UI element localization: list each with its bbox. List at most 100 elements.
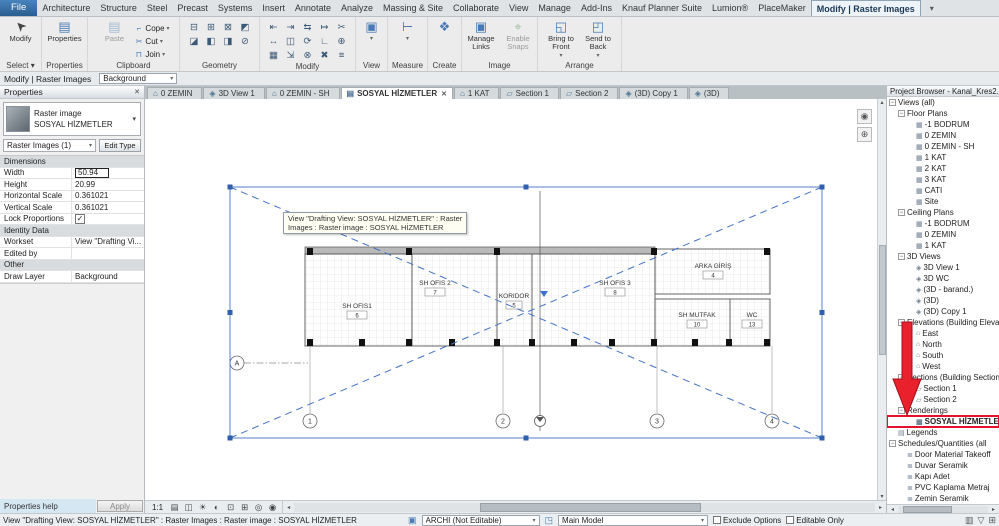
rotate-icon[interactable]: ⟳	[299, 34, 316, 48]
tree-schedule-door-material-takeoff[interactable]: ≣ Door Material Takeoff	[887, 449, 999, 460]
modify-tool-button[interactable]: ➤ Modify	[4, 17, 38, 43]
tree-ceiling-minus1-bodrum[interactable]: ▦ -1 BODRUM	[887, 218, 999, 229]
chevron-down-icon[interactable]: ▾	[132, 115, 138, 123]
active-workset-select[interactable]: ARCHI (Not Editable) ▾	[421, 514, 540, 526]
scale-icon[interactable]: ⇲	[282, 48, 299, 62]
browser-horizontal-scrollbar[interactable]: ◂ ▸	[887, 504, 999, 513]
tree-floorplan-0-zemin[interactable]: ▦ 0 ZEMIN	[887, 130, 999, 141]
design-options-icon[interactable]: ◳	[545, 515, 554, 526]
split-face-icon[interactable]: ◨	[220, 34, 237, 48]
join-button[interactable]: ⊓ Join ▾	[134, 48, 169, 60]
apply-button[interactable]: Apply	[97, 500, 143, 512]
property-row[interactable]: Lock Proportions ✓	[0, 213, 144, 225]
view-tab-3d-view-1[interactable]: ◈ 3D View 1	[203, 87, 265, 99]
ribbon-tab[interactable]: Add-Ins	[576, 0, 617, 16]
reveal-hidden-elements-icon[interactable]: ◉	[266, 502, 279, 513]
panel-label-select[interactable]: Select ▾	[0, 59, 41, 71]
file-menu-button[interactable]: File	[0, 0, 38, 16]
scroll-left-icon[interactable]: ◂	[887, 506, 898, 513]
property-row[interactable]: Workset View "Drafting Vi...	[0, 236, 144, 248]
cope-button[interactable]: ⌐ Cope ▾	[134, 22, 170, 34]
exclude-options-checkbox[interactable]: Exclude Options	[713, 516, 781, 525]
visual-style-icon[interactable]: ◫	[182, 502, 195, 513]
trim-icon[interactable]: ∟	[316, 34, 333, 48]
tree-schedule-pvc-kaplama-metraj[interactable]: ≣ PVC Kaplama Metraj	[887, 482, 999, 493]
scroll-left-icon[interactable]: ◂	[283, 504, 294, 511]
tree-schedules[interactable]: − Schedules/Quantities (all	[887, 438, 999, 449]
scroll-up-icon[interactable]: ▴	[880, 99, 883, 106]
property-value[interactable]: 0.361021	[72, 191, 144, 202]
match-type-icon[interactable]: ≡	[333, 48, 350, 62]
tree-floorplan-cati[interactable]: ▦ CATI	[887, 185, 999, 196]
ribbon-tab[interactable]: Massing & Site	[378, 0, 448, 16]
scrollbar-thumb[interactable]	[878, 244, 886, 355]
scrollbar-thumb[interactable]	[480, 502, 701, 512]
ribbon-tab[interactable]: Manage	[533, 0, 576, 16]
cope-dropdown-icon[interactable]: ▾	[167, 25, 170, 32]
property-value[interactable]: 50.94	[72, 167, 144, 179]
scroll-right-icon[interactable]: ▸	[988, 506, 999, 513]
view-tab-3d-copy-1[interactable]: ◈ (3D) Copy 1	[619, 87, 688, 99]
tree-schedule-zemin-seramik[interactable]: ≣ Zemin Seramik	[887, 493, 999, 504]
shadows-icon[interactable]: ◐	[210, 502, 223, 513]
view-tab-section-1[interactable]: ▱ Section 1	[500, 87, 559, 99]
offset-icon[interactable]: ⇥	[282, 20, 299, 34]
create-group-button[interactable]: ❖	[430, 19, 459, 34]
cut-dropdown-icon[interactable]: ▾	[160, 38, 163, 45]
tree-schedule-kapi-adet[interactable]: ≣ Kapı Adet	[887, 471, 999, 482]
ribbon-tab[interactable]: View	[504, 0, 533, 16]
ribbon-tab[interactable]: Collaborate	[448, 0, 504, 16]
property-row[interactable]: Vertical Scale 0.361021	[0, 202, 144, 214]
view-tab-1-kat[interactable]: ⌂ 1 KAT	[453, 87, 500, 99]
align-icon[interactable]: ⇤	[265, 20, 282, 34]
ribbon-tab[interactable]: Architecture	[37, 0, 95, 16]
properties-toggle-button[interactable]: ▤ Properties	[47, 19, 81, 43]
steering-wheel-icon[interactable]: ◉	[857, 109, 872, 124]
copy-icon[interactable]: ◫	[282, 34, 299, 48]
property-value[interactable]: 20.99	[72, 179, 144, 190]
ribbon-tab[interactable]: Annotate	[290, 0, 336, 16]
type-selector[interactable]: Raster image SOSYAL HİZMETLER ▾	[3, 102, 141, 136]
tree-floorplan-minus1-bodrum[interactable]: ▦ -1 BODRUM	[887, 119, 999, 130]
drawing-canvas[interactable]: SH OFIS1 6 SH OFIS 2 7 KORIDOR 5 SH OFIS…	[145, 99, 886, 500]
project-browser-title[interactable]: Project Browser - Kanal_Kres2...	[887, 86, 999, 97]
tree-ceiling-plans[interactable]: − Ceiling Plans	[887, 207, 999, 218]
close-icon[interactable]: ✕	[134, 88, 140, 96]
unjoin-geometry-icon[interactable]: ⊘	[237, 34, 254, 48]
delete-icon[interactable]: ✖	[316, 48, 333, 62]
property-value[interactable]: 0.361021	[72, 202, 144, 213]
tree-legends[interactable]: ▤ Legends	[887, 427, 999, 438]
move-icon[interactable]: ↔	[265, 34, 282, 48]
property-row[interactable]: Dimensions	[0, 156, 144, 168]
view-tab-3d[interactable]: ◈ (3D)	[688, 87, 730, 99]
properties-title-bar[interactable]: Properties ✕	[0, 86, 144, 99]
tree-rendering-sosyal-hizmetler[interactable]: ▩ SOSYAL HİZMETLER	[887, 415, 999, 428]
ribbon-tab[interactable]: Knauf Planner Suite	[617, 0, 707, 16]
property-row[interactable]: Other	[0, 259, 144, 271]
draw-layer-dropdown[interactable]: Background ▾	[99, 73, 178, 84]
checkbox-icon[interactable]	[786, 516, 795, 524]
property-row[interactable]: Identity Data	[0, 225, 144, 237]
tree-3d-wc[interactable]: ◈ 3D WC	[887, 273, 999, 284]
tree-3d[interactable]: ◈ (3D)	[887, 295, 999, 306]
property-value[interactable]: View "Drafting Vi...	[72, 237, 144, 248]
worksets-icon[interactable]: ▣	[408, 515, 417, 526]
demolish-icon[interactable]: ◪	[186, 34, 203, 48]
view-tab-0-zemin-sh[interactable]: ⌂ 0 ZEMIN - SH	[265, 87, 340, 99]
selection-filter-icon[interactable]: ▽	[978, 515, 985, 526]
view-tab-section-2[interactable]: ▱ Section 2	[559, 87, 619, 99]
array-icon[interactable]: ▦	[265, 48, 282, 62]
tree-3d-views[interactable]: − 3D Views	[887, 251, 999, 262]
view-tools-button[interactable]: ▣ ▾	[358, 19, 385, 42]
tree-ceiling-0-zemin[interactable]: ▦ 0 ZEMIN	[887, 229, 999, 240]
property-row[interactable]: Edited by	[0, 248, 144, 260]
tree-expander-icon[interactable]: −	[898, 110, 905, 117]
send-to-back-button[interactable]: ◰ Send to Back ▾	[581, 19, 615, 59]
canvas-horizontal-scrollbar[interactable]: ◂ ▸	[282, 501, 886, 513]
checkbox-icon[interactable]	[713, 516, 722, 524]
paint-icon[interactable]: ◧	[203, 34, 220, 48]
property-row[interactable]: Height 20.99	[0, 179, 144, 191]
view-tab-sosyal-hizmetler[interactable]: ▤ SOSYAL HİZMETLER ✕	[340, 87, 453, 99]
bring-to-front-button[interactable]: ◱ Bring to Front ▾	[544, 19, 578, 59]
canvas-vertical-scrollbar[interactable]: ▴ ▾	[877, 99, 886, 500]
